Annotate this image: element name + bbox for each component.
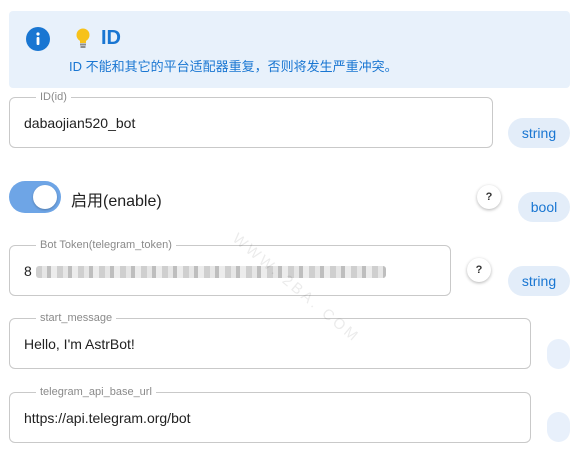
enable-label: 启用(enable): [71, 193, 162, 210]
token-type-chip: string: [508, 266, 570, 296]
start-message-type-chip: [547, 339, 570, 369]
token-field-value[interactable]: 8: [24, 263, 386, 279]
token-field-label: Bot Token(telegram_token): [36, 238, 176, 252]
alert-title: ID: [101, 27, 121, 49]
token-blurred-mask: [35, 266, 386, 279]
toggle-knob: [33, 185, 57, 209]
id-type-chip: string: [508, 118, 570, 148]
alert-description: ID 不能和其它的平台适配器重复，否则将发生严重冲突。: [69, 59, 398, 74]
start-message-field[interactable]: start_message Hello, I'm AstrBot!: [9, 311, 531, 369]
enable-help-button[interactable]: ?: [477, 185, 501, 209]
id-field[interactable]: ID(id) dabaojian520_bot: [9, 90, 493, 148]
info-icon: [26, 27, 50, 51]
id-field-label: ID(id): [36, 90, 71, 104]
api-base-url-field[interactable]: telegram_api_base_url https://api.telegr…: [9, 385, 531, 443]
api-base-url-value[interactable]: https://api.telegram.org/bot: [24, 410, 191, 426]
enable-type-chip: bool: [518, 192, 570, 222]
enable-toggle[interactable]: [9, 181, 61, 213]
token-visible-prefix: 8: [24, 263, 32, 279]
token-field[interactable]: Bot Token(telegram_token) 8: [9, 238, 451, 296]
start-message-label: start_message: [36, 311, 117, 325]
lightbulb-icon: [76, 28, 90, 48]
info-alert: ID ID 不能和其它的平台适配器重复，否则将发生严重冲突。: [9, 11, 570, 88]
api-base-url-label: telegram_api_base_url: [36, 385, 156, 399]
start-message-value[interactable]: Hello, I'm AstrBot!: [24, 336, 135, 352]
token-help-button[interactable]: ?: [467, 258, 491, 282]
api-base-url-type-chip: [547, 412, 570, 442]
id-field-value[interactable]: dabaojian520_bot: [24, 115, 135, 131]
